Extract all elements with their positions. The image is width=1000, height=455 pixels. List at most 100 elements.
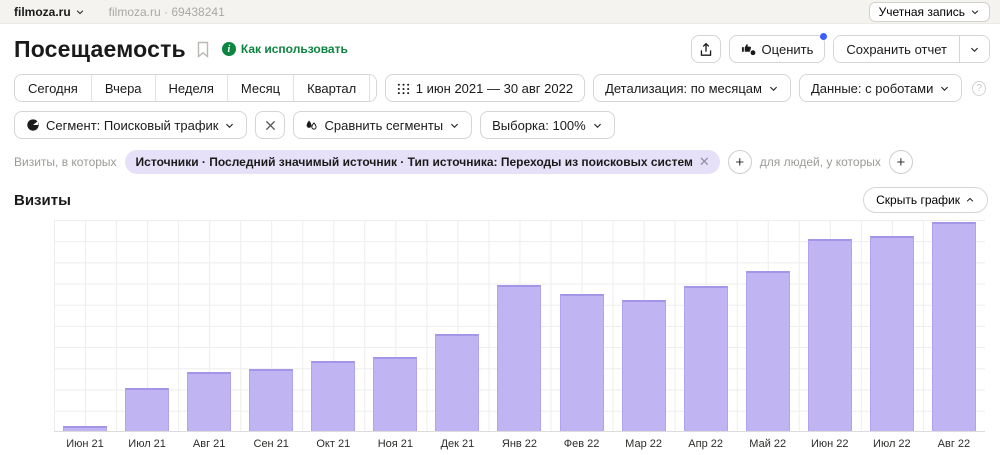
- chevron-down-icon: [768, 83, 779, 94]
- close-x-icon: [265, 120, 276, 131]
- segment-label: Сегмент: Поисковый трафик: [46, 118, 218, 133]
- hide-chart-button[interactable]: Скрыть график: [863, 187, 988, 213]
- chart-bar[interactable]: [560, 294, 604, 431]
- chart-bar-slot: [364, 220, 426, 431]
- chevron-down-icon: [75, 7, 85, 17]
- x-axis-tick-label: Июн 21: [54, 438, 116, 450]
- x-axis-tick-label: Ноя 21: [364, 438, 426, 450]
- chart-plot-area[interactable]: [54, 220, 985, 432]
- period-year[interactable]: Год: [369, 75, 377, 101]
- period-week[interactable]: Неделя: [155, 75, 227, 101]
- chart-bar[interactable]: [435, 334, 479, 431]
- how-to-use-link[interactable]: i Как использовать: [222, 42, 348, 56]
- chart-bar[interactable]: [684, 286, 728, 431]
- add-visit-condition-button[interactable]: +: [728, 150, 752, 174]
- chart-bar[interactable]: [373, 357, 417, 431]
- chart-bar-slot: [861, 220, 923, 431]
- topbar: filmoza.ru filmoza.ru · 69438241 Учетная…: [0, 0, 1000, 24]
- plus-icon: +: [735, 154, 744, 171]
- compare-segments-button[interactable]: Сравнить сегменты: [293, 111, 472, 139]
- data-mode-label: Данные: с роботами: [811, 81, 933, 96]
- period-yesterday[interactable]: Вчера: [91, 75, 155, 101]
- hide-chart-label: Скрыть график: [876, 193, 960, 207]
- chart-x-axis-labels: Июн 21Июл 21Авг 21Сен 21Окт 21Ноя 21Дек …: [54, 438, 985, 450]
- page-title: Посещаемость: [14, 36, 186, 63]
- save-report-button[interactable]: Сохранить отчет: [834, 36, 959, 62]
- chart-bar[interactable]: [249, 369, 293, 431]
- period-filter-row: Сегодня Вчера Неделя Месяц Квартал Год 1…: [0, 74, 1000, 102]
- compare-drops-icon: [305, 118, 318, 132]
- period-month[interactable]: Месяц: [227, 75, 293, 101]
- period-today[interactable]: Сегодня: [15, 75, 91, 101]
- x-axis-tick-label: Окт 21: [302, 438, 364, 450]
- add-people-condition-button[interactable]: +: [889, 150, 913, 174]
- save-report-label: Сохранить отчет: [846, 42, 947, 57]
- conditions-row: Визиты, в которых Источники · Последний …: [0, 150, 1000, 174]
- x-axis-tick-label: Авг 21: [178, 438, 240, 450]
- chart-bar-slot: [302, 220, 364, 431]
- sample-button[interactable]: Выборка: 100%: [480, 111, 615, 139]
- chart-bar[interactable]: [808, 239, 852, 431]
- how-to-use-label: Как использовать: [241, 42, 348, 56]
- chart-bar-slot: [551, 220, 613, 431]
- period-quarter[interactable]: Квартал: [293, 75, 369, 101]
- segment-button[interactable]: Сегмент: Поисковый трафик: [14, 111, 247, 139]
- x-axis-tick-label: Июн 22: [799, 438, 861, 450]
- chart-bar-slot: [54, 220, 116, 431]
- counter-label: filmoza.ru · 69438241: [109, 5, 225, 19]
- chart-bars: [54, 220, 985, 431]
- chart-bar[interactable]: [311, 361, 355, 431]
- data-mode-button[interactable]: Данные: с роботами: [799, 74, 962, 102]
- detalization-label: Детализация: по месяцам: [605, 81, 762, 96]
- x-axis-tick-label: Апр 22: [675, 438, 737, 450]
- chevron-down-icon: [969, 44, 980, 55]
- chart-bar-slot: [923, 220, 985, 431]
- sample-label: Выборка: 100%: [492, 118, 586, 133]
- save-report-split-button: Сохранить отчет: [833, 35, 990, 63]
- question-help-icon[interactable]: ?: [972, 81, 986, 96]
- chart-bar-slot: [737, 220, 799, 431]
- chart-header: Визиты Скрыть график: [0, 187, 1000, 213]
- chart-bar[interactable]: [187, 372, 231, 431]
- chevron-down-icon: [224, 120, 235, 131]
- save-report-dropdown[interactable]: [959, 36, 989, 62]
- chart-bar[interactable]: [497, 285, 541, 431]
- segment-row: Сегмент: Поисковый трафик Сравнить сегме…: [0, 111, 1000, 139]
- site-selector[interactable]: filmoza.ru: [14, 5, 85, 19]
- chevron-up-icon: [965, 195, 975, 205]
- chart-bar[interactable]: [870, 236, 914, 431]
- segment-pie-icon: [26, 118, 40, 132]
- detalization-button[interactable]: Детализация: по месяцам: [593, 74, 791, 102]
- notification-dot: [820, 33, 827, 40]
- chart-bar[interactable]: [63, 426, 107, 431]
- chevron-down-icon: [592, 120, 603, 131]
- close-x-icon[interactable]: ✕: [699, 154, 710, 170]
- chart-title: Визиты: [14, 192, 71, 209]
- chart-bar[interactable]: [746, 271, 790, 431]
- chart-bar-slot: [240, 220, 302, 431]
- remove-segment-button[interactable]: [255, 111, 285, 139]
- calendar-grid-icon: [397, 82, 410, 95]
- chart-bar[interactable]: [622, 300, 666, 431]
- x-axis-tick-label: Авг 22: [923, 438, 985, 450]
- visits-bar-chart: Июн 21Июл 21Авг 21Сен 21Окт 21Ноя 21Дек …: [54, 220, 985, 450]
- upload-share-icon: [699, 42, 713, 57]
- account-button[interactable]: Учетная запись: [869, 2, 990, 22]
- export-button[interactable]: [691, 35, 721, 63]
- date-range-button[interactable]: 1 июн 2021 — 30 авг 2022: [385, 74, 585, 102]
- title-actions: Оценить Сохранить отчет: [691, 35, 990, 63]
- chart-bar-slot: [613, 220, 675, 431]
- chart-bar-slot: [116, 220, 178, 431]
- rate-button[interactable]: Оценить: [729, 35, 826, 63]
- bookmark-icon[interactable]: [196, 41, 210, 58]
- chart-bar[interactable]: [932, 222, 976, 431]
- chart-bar-slot: [488, 220, 550, 431]
- compare-segments-label: Сравнить сегменты: [324, 118, 443, 133]
- date-range-label: 1 июн 2021 — 30 авг 2022: [416, 81, 573, 96]
- x-axis-tick-label: Июл 22: [861, 438, 923, 450]
- plus-icon: +: [896, 154, 905, 171]
- chart-bar[interactable]: [125, 388, 169, 431]
- source-filter-chip[interactable]: Источники · Последний значимый источник …: [125, 150, 720, 174]
- x-axis-tick-label: Янв 22: [488, 438, 550, 450]
- title-row: Посещаемость i Как использовать Оценить …: [0, 33, 1000, 65]
